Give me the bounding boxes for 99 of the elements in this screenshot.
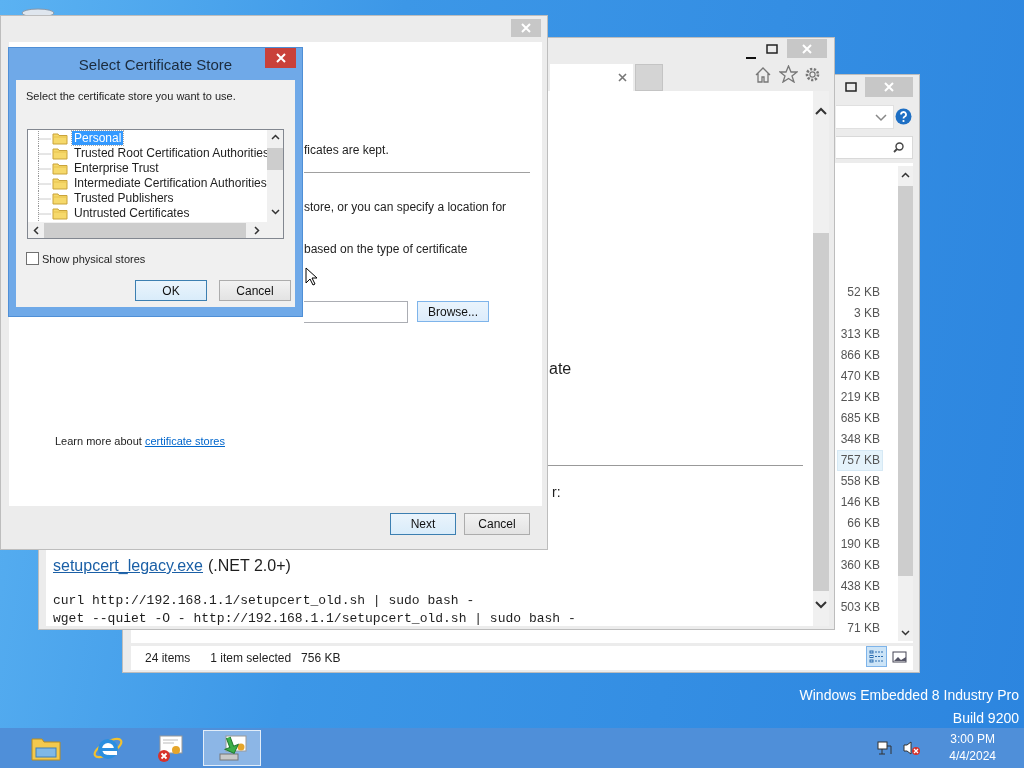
scrollbar-thumb[interactable] [267, 147, 283, 170]
search-icon [893, 142, 904, 153]
file-size-cell[interactable]: 558 KB [837, 471, 883, 492]
file-size-cell[interactable]: 3 KB [837, 303, 883, 324]
settings-icon[interactable] [804, 66, 821, 83]
folder-icon [52, 191, 68, 205]
scrollbar-thumb[interactable] [44, 222, 246, 238]
tree-line [38, 205, 52, 221]
command-line: curl http://192.168.1.1/setupcert_old.sh | sudo bash - [53, 592, 475, 610]
file-size-cell[interactable]: 470 KB [837, 366, 883, 387]
description-text: store, or you can specify a location for [304, 200, 507, 214]
selection-status: 1 item selected [210, 650, 292, 667]
scroll-up-icon[interactable] [815, 107, 827, 115]
cancel-button[interactable]: Cancel [464, 513, 530, 535]
folder-icon [52, 131, 68, 145]
scroll-up-icon[interactable] [901, 172, 910, 178]
search-field[interactable] [836, 136, 913, 159]
watermark-text: Build 9200 [951, 709, 1019, 728]
folder-icon [52, 176, 68, 190]
selection-size: 756 KB [301, 650, 341, 667]
home-icon[interactable] [754, 66, 772, 83]
file-size-cell[interactable]: 313 KB [837, 324, 883, 345]
speaker-muted-icon[interactable] [903, 740, 922, 756]
scroll-left-icon[interactable] [33, 225, 39, 235]
scrollbar[interactable] [813, 91, 829, 626]
scroll-up-icon[interactable] [271, 133, 280, 140]
folder-icon [52, 206, 68, 220]
taskbar-button[interactable] [203, 730, 261, 766]
checkbox[interactable] [26, 252, 39, 266]
folder-icon [52, 146, 68, 160]
file-size-cell[interactable]: 685 KB [837, 408, 883, 429]
scroll-down-icon[interactable] [901, 630, 910, 636]
maximize-icon [766, 44, 778, 54]
file-size-cell[interactable]: 146 KB [837, 492, 883, 513]
file-size-cell[interactable]: 190 KB [837, 534, 883, 555]
chevron-down-icon[interactable] [875, 114, 887, 122]
command-line: wget --quiet -O - http://192.168.1.1/setupcert_old.sh | sudo bash - [53, 610, 576, 626]
certificate-stores-link[interactable]: certificate stores [144, 435, 225, 447]
tree-line [38, 160, 52, 176]
store-item[interactable]: Enterprise Trust [72, 161, 161, 175]
file-size-cell[interactable]: 348 KB [837, 429, 883, 450]
close-icon [802, 43, 812, 54]
tree-line [38, 190, 52, 206]
tree-line [38, 175, 52, 191]
store-item[interactable]: Intermediate Certification Authorities [72, 176, 269, 190]
help-icon[interactable] [895, 108, 912, 125]
store-item[interactable]: Trusted Root Certification Authorities [72, 146, 271, 160]
scrollbar[interactable] [267, 129, 283, 222]
file-size-cell[interactable]: 757 KB [837, 450, 883, 471]
tree-line [38, 130, 52, 146]
file-size-cell[interactable]: 360 KB [837, 555, 883, 576]
file-size-cell[interactable]: 71 KB [837, 618, 883, 639]
close-button[interactable] [265, 48, 296, 68]
details-view-button[interactable] [866, 646, 887, 667]
browse-button[interactable]: Browse... [417, 301, 489, 322]
description-text: ficates are kept. [304, 143, 389, 157]
close-icon [275, 53, 286, 63]
cursor-icon [305, 267, 317, 286]
file-size-cell[interactable]: 52 KB [837, 282, 883, 303]
checkbox-label[interactable]: Show physical stores [42, 250, 146, 267]
network-icon[interactable] [877, 740, 894, 756]
certificate-install-icon [216, 733, 248, 763]
star-icon[interactable] [779, 65, 798, 83]
dialog-title: Select Certificate Store [77, 55, 234, 75]
close-icon [884, 82, 894, 92]
file-size-cell[interactable]: 438 KB [837, 576, 883, 597]
scroll-down-icon[interactable] [815, 601, 827, 609]
details-view-icon [869, 650, 884, 663]
download-link[interactable]: setupcert_legacy.exe [53, 554, 203, 578]
scroll-down-icon[interactable] [271, 208, 280, 215]
scroll-right-icon[interactable] [254, 225, 260, 235]
tree-line [38, 145, 52, 161]
watermark-text: Windows Embedded 8 Industry Pro [799, 686, 1019, 705]
next-button[interactable]: Next [390, 513, 456, 535]
item-count: 24 items [145, 650, 191, 667]
scrollbar-thumb[interactable] [813, 233, 829, 591]
prompt-text: Select the certificate store you want to use. [26, 89, 237, 104]
scrollbar[interactable] [898, 166, 913, 641]
picture-view-icon [892, 650, 907, 663]
close-icon [521, 23, 531, 33]
file-size-cell[interactable]: 66 KB [837, 513, 883, 534]
store-item[interactable]: Trusted Publishers [72, 191, 176, 205]
close-icon[interactable] [618, 73, 627, 82]
maximize-icon [845, 82, 857, 92]
version-note: (.NET 2.0+) [208, 556, 291, 576]
option-text: based on the type of certificate [304, 242, 468, 256]
heading-text: ate [549, 359, 572, 379]
ok-button[interactable]: OK [135, 280, 207, 301]
path-field[interactable] [304, 301, 408, 323]
scrollbar[interactable] [28, 221, 283, 238]
help-text: Learn more about certificate stores [55, 435, 225, 447]
scrollbar-thumb[interactable] [898, 186, 913, 576]
label-text: r: [552, 484, 561, 500]
cancel-button[interactable]: Cancel [219, 280, 291, 301]
file-size-cell[interactable]: 503 KB [837, 597, 883, 618]
folder-icon [52, 161, 68, 175]
file-size-cell[interactable]: 219 KB [837, 387, 883, 408]
file-size-cell[interactable]: 866 KB [837, 345, 883, 366]
store-item[interactable]: Untrusted Certificates [72, 206, 192, 220]
